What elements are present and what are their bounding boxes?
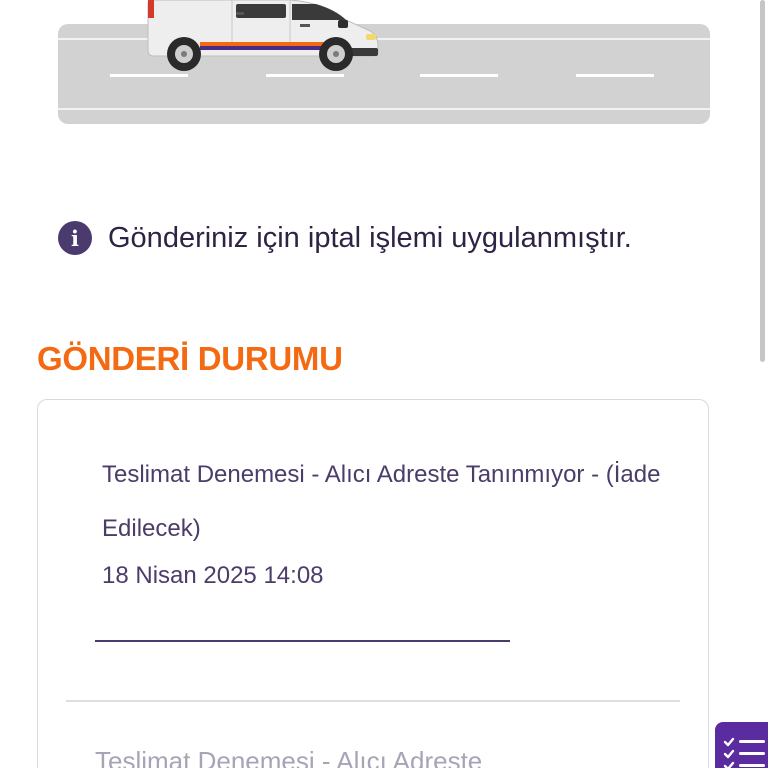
status-divider	[66, 700, 680, 702]
scrollbar-thumb[interactable]	[760, 0, 765, 362]
shipment-tracking-page: i Gönderiniz için iptal işlemi uygulanmı…	[0, 0, 768, 768]
status-event-date: 18 Nisan 2025 14:08	[102, 562, 324, 589]
notice-text: Gönderiniz için iptal işlemi uygulanmışt…	[108, 221, 632, 254]
road-lane-dash	[266, 74, 344, 77]
shipment-status-card: Teslimat Denemesi - Alıcı Adreste Tanınm…	[37, 399, 709, 768]
cancellation-notice: i Gönderiniz için iptal işlemi uygulanmı…	[58, 214, 632, 262]
section-title: GÖNDERİ DURUMU	[37, 340, 343, 377]
checklist-icon	[723, 737, 765, 768]
info-icon: i	[58, 221, 92, 255]
status-event-title: Teslimat Denemesi - Alıcı Adreste	[95, 746, 483, 768]
delivery-van-illustration	[147, 0, 379, 71]
road-lane-dash	[110, 74, 188, 77]
checklist-fab-button[interactable]	[715, 722, 768, 768]
road-lane-dash	[576, 74, 654, 77]
status-event-underline	[95, 640, 510, 642]
road-lane-dash	[420, 74, 498, 77]
road-edge-line	[58, 108, 710, 110]
status-event-title: Teslimat Denemesi - Alıcı Adreste Tanınm…	[102, 461, 661, 542]
